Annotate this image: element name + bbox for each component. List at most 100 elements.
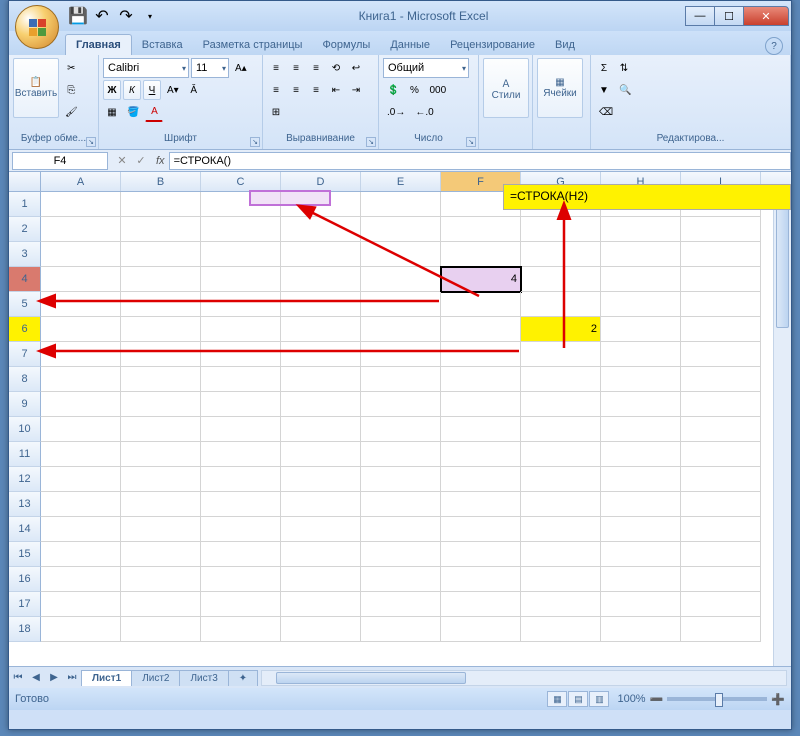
cell[interactable] — [521, 617, 601, 642]
cell[interactable] — [121, 292, 201, 317]
fill-icon[interactable]: ▼ — [595, 80, 613, 100]
cell[interactable] — [601, 617, 681, 642]
cell[interactable] — [121, 567, 201, 592]
cell[interactable] — [681, 217, 761, 242]
cell[interactable] — [601, 442, 681, 467]
cell[interactable] — [201, 392, 281, 417]
cell[interactable] — [521, 392, 601, 417]
cell[interactable] — [121, 267, 201, 292]
cell[interactable] — [601, 492, 681, 517]
tab-pagelayout[interactable]: Разметка страницы — [193, 35, 313, 55]
column-header[interactable]: E — [361, 172, 441, 191]
cell[interactable] — [41, 567, 121, 592]
cell[interactable] — [201, 492, 281, 517]
zoom-slider[interactable] — [667, 697, 767, 701]
cell[interactable] — [281, 467, 361, 492]
cell[interactable] — [681, 342, 761, 367]
cell[interactable] — [441, 592, 521, 617]
sort-filter-icon[interactable]: ⇅ — [615, 58, 633, 78]
row-header[interactable]: 1 — [9, 192, 41, 217]
row-header[interactable]: 2 — [9, 217, 41, 242]
cell[interactable] — [521, 292, 601, 317]
cell[interactable] — [441, 242, 521, 267]
cell[interactable] — [121, 417, 201, 442]
cell[interactable]: 2 — [521, 317, 601, 342]
cell[interactable] — [681, 267, 761, 292]
font-name-combo[interactable]: Calibri — [103, 58, 189, 78]
cell[interactable] — [41, 467, 121, 492]
tab-home[interactable]: Главная — [65, 34, 132, 55]
column-header[interactable]: B — [121, 172, 201, 191]
cell[interactable] — [681, 242, 761, 267]
row-header[interactable]: 4 — [9, 267, 41, 292]
cell[interactable] — [681, 317, 761, 342]
enter-formula-icon[interactable]: ✓ — [132, 152, 150, 170]
cell[interactable] — [201, 317, 281, 342]
alignment-dialog-launcher[interactable]: ↘ — [366, 137, 376, 147]
cell[interactable] — [601, 367, 681, 392]
cell[interactable] — [681, 542, 761, 567]
cell[interactable] — [601, 592, 681, 617]
cell[interactable] — [441, 217, 521, 242]
cell[interactable] — [521, 567, 601, 592]
cell[interactable] — [121, 517, 201, 542]
cell[interactable] — [441, 342, 521, 367]
cell[interactable] — [281, 567, 361, 592]
increase-decimal-icon[interactable]: .0→ — [383, 102, 409, 122]
cell[interactable] — [201, 192, 281, 217]
align-center-icon[interactable]: ≡ — [287, 80, 305, 100]
cell[interactable] — [201, 292, 281, 317]
fx-icon[interactable]: fx — [156, 155, 165, 167]
cell[interactable] — [121, 617, 201, 642]
cell[interactable] — [281, 592, 361, 617]
cell[interactable] — [521, 367, 601, 392]
qat-dropdown-icon[interactable]: ▾ — [139, 5, 161, 27]
currency-icon[interactable]: 💲 — [383, 80, 403, 100]
cell[interactable] — [521, 417, 601, 442]
column-header[interactable]: A — [41, 172, 121, 191]
cells-button[interactable]: ▦Ячейки — [537, 58, 583, 118]
row-header[interactable]: 13 — [9, 492, 41, 517]
cell[interactable] — [281, 442, 361, 467]
cell[interactable] — [601, 542, 681, 567]
align-right-icon[interactable]: ≡ — [307, 80, 325, 100]
cell[interactable] — [201, 517, 281, 542]
name-box[interactable]: F4 — [12, 152, 108, 170]
scroll-thumb[interactable] — [776, 208, 789, 328]
sheet-nav-next-icon[interactable]: ▶ — [45, 672, 63, 683]
cell[interactable] — [281, 267, 361, 292]
number-dialog-launcher[interactable]: ↘ — [466, 137, 476, 147]
cell[interactable] — [521, 217, 601, 242]
font-color-icon[interactable]: A — [145, 102, 163, 122]
cell[interactable] — [441, 567, 521, 592]
cell[interactable] — [281, 417, 361, 442]
cell[interactable] — [41, 367, 121, 392]
cell[interactable] — [121, 242, 201, 267]
find-icon[interactable]: 🔍 — [615, 80, 635, 100]
sheet-nav-first-icon[interactable]: ⏮ — [9, 672, 27, 683]
cell[interactable] — [41, 592, 121, 617]
styles-button[interactable]: ＡСтили — [483, 58, 529, 118]
cell[interactable] — [281, 542, 361, 567]
copy-icon[interactable]: ⎘ — [61, 80, 82, 100]
cell[interactable] — [361, 292, 441, 317]
autosum-icon[interactable]: Σ — [595, 58, 613, 78]
column-header[interactable]: D — [281, 172, 361, 191]
cell[interactable] — [41, 517, 121, 542]
cell[interactable] — [361, 267, 441, 292]
cell[interactable] — [361, 217, 441, 242]
cell[interactable] — [601, 242, 681, 267]
cell[interactable] — [361, 242, 441, 267]
cell[interactable] — [521, 467, 601, 492]
cell[interactable] — [201, 542, 281, 567]
view-pagelayout-icon[interactable]: ▤ — [568, 691, 588, 707]
cell[interactable] — [361, 592, 441, 617]
clear-icon[interactable]: ⌫ — [595, 102, 617, 122]
row-header[interactable]: 12 — [9, 467, 41, 492]
horizontal-scrollbar[interactable] — [261, 670, 787, 686]
cell[interactable] — [41, 542, 121, 567]
cell[interactable] — [441, 617, 521, 642]
font-size-combo[interactable]: 11 — [191, 58, 229, 78]
select-all-corner[interactable] — [9, 172, 41, 191]
cell[interactable] — [41, 617, 121, 642]
